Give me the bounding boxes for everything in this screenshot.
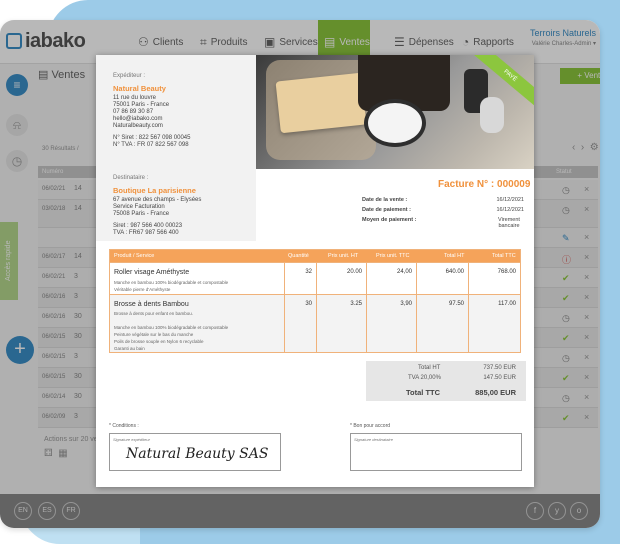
- total-ttc-value: 885,00 EUR: [475, 388, 516, 397]
- tva-value: 147.50 EUR: [483, 375, 516, 381]
- sender-line: 75001 Paris - France: [113, 102, 170, 108]
- invoice-document: Expéditeur : Natural Beauty 11 rue du lo…: [96, 55, 534, 487]
- sender-label: Expéditeur :: [113, 73, 146, 79]
- recipient-line: Service Facturation: [113, 204, 165, 210]
- item-ttc: 24,00: [396, 269, 412, 275]
- recipient-line: 75008 Paris - France: [113, 211, 170, 217]
- item-total-ttc: 117.00: [498, 301, 516, 307]
- sender-line: Naturalbeauty.com: [113, 123, 163, 129]
- divider: [316, 295, 317, 352]
- divider: [416, 263, 417, 294]
- sender-line: 11 rue du louvre: [113, 95, 156, 101]
- approval-label: * Bon pour accord: [350, 423, 391, 429]
- sender-name: Natural Beauty: [113, 84, 166, 93]
- col-qty: Quantité: [288, 253, 309, 259]
- col-ht: Prix unit. HT: [328, 253, 359, 259]
- recipient-block: Destinataire : Boutique La parisienne 67…: [113, 175, 201, 237]
- payment-method-label: Moyen de paiement :: [362, 217, 417, 223]
- product-photo: PAYÉ: [256, 55, 534, 169]
- signature: Natural Beauty SAS: [126, 446, 269, 462]
- item-name: Roller visage Améthyste: [114, 269, 190, 276]
- item-desc: Peinture végétale sur le bas du manche: [114, 332, 194, 337]
- total-ht-value: 737.50 EUR: [483, 365, 516, 371]
- item-ttc: 3,90: [400, 301, 412, 307]
- divider: [284, 295, 285, 352]
- sender-block: Expéditeur : Natural Beauty 11 rue du lo…: [113, 73, 190, 149]
- recipient-siret: Siret : 987 566 400 00023: [113, 223, 183, 229]
- item-ht: 20.00: [346, 269, 362, 275]
- total-ttc-label: Total TTC: [406, 388, 441, 397]
- jar-lid-shape: [358, 55, 450, 111]
- sender-signature-box: Signature expéditeur Natural Beauty SAS: [109, 433, 281, 471]
- sender-line: 07 86 89 30 87: [113, 109, 154, 115]
- sale-date: 16/12/2021: [496, 197, 524, 203]
- cream-jar-shape: [368, 103, 422, 143]
- item-desc: Manche en bambou 100% biodégradable et c…: [114, 280, 229, 285]
- divider: [416, 295, 417, 352]
- invoice-title: Facture N° : 000009: [438, 179, 531, 190]
- recipient-line: 67 avenue des champs - Elysées: [113, 197, 202, 203]
- recipient-label: Destinataire :: [113, 175, 149, 181]
- item-row: Roller visage Améthyste Manche en bambou…: [110, 262, 520, 294]
- divider: [468, 295, 469, 352]
- divider: [316, 263, 317, 294]
- divider: [366, 263, 367, 294]
- payment-date-label: Date de paiement :: [362, 207, 411, 213]
- recipient-tva: TVA : FR67 987 566 400: [113, 230, 179, 236]
- item-total-ttc: 768.00: [497, 269, 516, 275]
- item-desc: Garanti au bain: [114, 346, 145, 351]
- item-desc: Véritable pierre d'Améthyste: [114, 287, 171, 292]
- divider: [284, 263, 285, 294]
- recipient-signature-box[interactable]: Signature destinataire: [350, 433, 522, 471]
- total-ht-label: Total HT: [418, 365, 441, 371]
- item-total-ht: 640.00: [445, 269, 464, 275]
- item-ht: 3.25: [350, 301, 362, 307]
- item-desc: Manche en bambou 100% biodégradable et c…: [114, 325, 229, 330]
- item-row: Brosse à dents Bambou Brosse à dents pou…: [110, 294, 520, 352]
- item-total-ht: 97.50: [448, 301, 464, 307]
- col-total-ttc: Total TTC: [492, 253, 516, 259]
- sale-date-label: Date de la vente :: [362, 197, 408, 203]
- sender-tva: N° TVA : FR 07 822 567 098: [113, 142, 189, 148]
- invoice-dates: Date de la vente : 16/12/2021 Date de pai…: [362, 197, 524, 233]
- tva-label: TVA 20,00%: [408, 375, 441, 381]
- bottle-shape-2: [480, 97, 504, 133]
- col-total-ht: Total HT: [444, 253, 465, 259]
- item-qty: 30: [305, 301, 312, 307]
- sender-siret: N° Siret : 822 567 098 00045: [113, 135, 191, 141]
- item-qty: 32: [305, 269, 312, 275]
- divider: [468, 263, 469, 294]
- stage: iabako ⚇ Clients ⌗ Produits ▣ Services ▤ Ven…: [0, 0, 620, 544]
- col-ttc: Prix unit. TTC: [376, 253, 410, 259]
- items-table: Produit / Service Quantité Prix unit. HT…: [109, 249, 521, 353]
- totals-box: Total HT 737.50 EUR TVA 20,00% 147.50 EUR …: [366, 361, 526, 401]
- payment-date: 16/12/2021: [496, 207, 524, 213]
- sender-signature-label: Signature expéditeur: [113, 437, 150, 442]
- soap-shape: [275, 72, 367, 134]
- conditions-label: * Conditions :: [109, 423, 139, 429]
- recipient-name: Boutique La parisienne: [113, 186, 196, 195]
- item-name: Brosse à dents Bambou: [114, 301, 189, 308]
- item-desc: Brosse à dents pour enfant en bambou.: [114, 311, 194, 316]
- items-table-header: Produit / Service Quantité Prix unit. HT…: [110, 250, 520, 262]
- item-desc: Poils de brosse souple en Nylon 6 recycl…: [114, 339, 204, 344]
- payment-method: Virement bancaire: [498, 217, 520, 229]
- recipient-signature-label: Signature destinataire: [354, 437, 393, 442]
- col-product: Produit / Service: [114, 253, 155, 259]
- divider: [366, 295, 367, 352]
- sender-line: hello@iabako.com: [113, 116, 163, 122]
